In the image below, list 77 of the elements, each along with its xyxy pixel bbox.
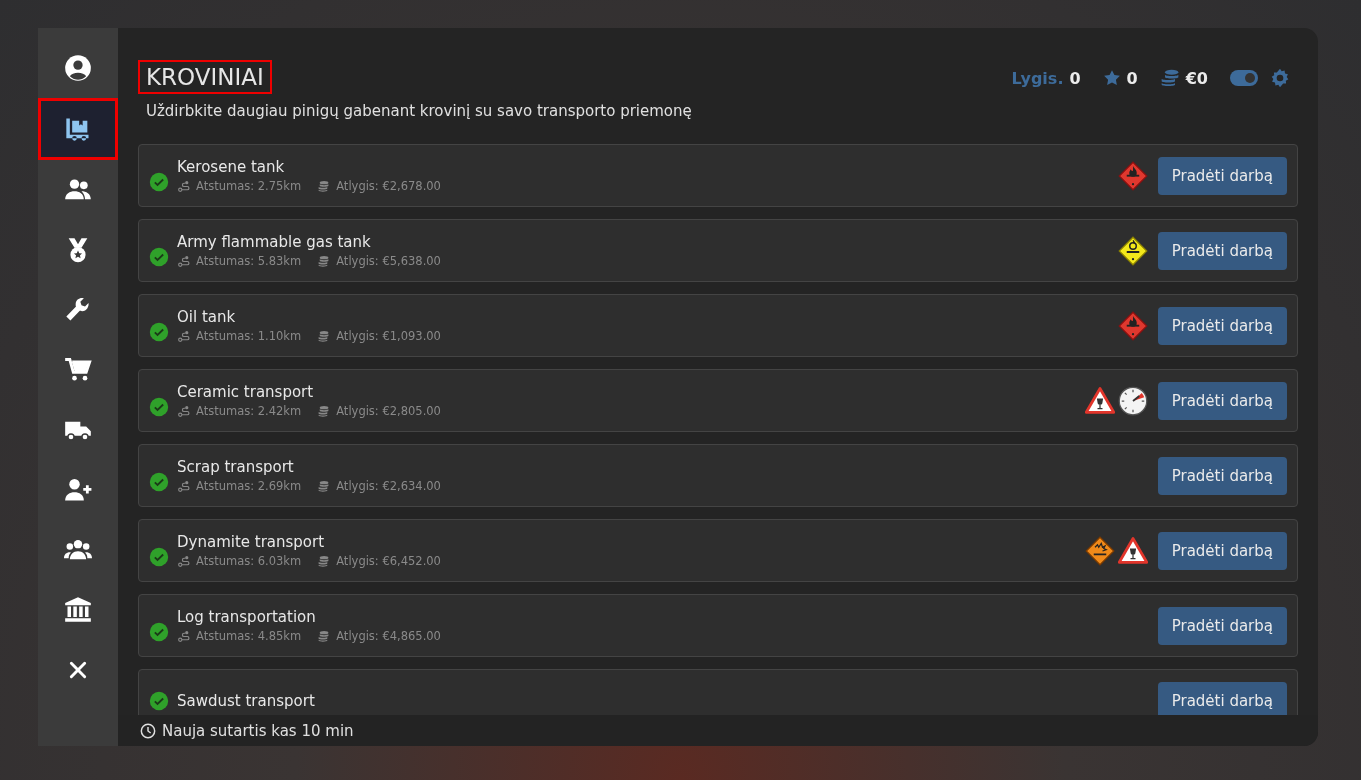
check-circle-icon xyxy=(149,246,169,267)
level-label: Lygis. xyxy=(1011,68,1064,88)
job-title: Oil tank xyxy=(177,308,237,326)
money-value: €0 xyxy=(1185,68,1208,88)
coins-icon xyxy=(317,404,331,418)
page-subtitle: Uždirbkite daugiau pinigų gabenant krovinį su savo transporto priemonę xyxy=(146,102,692,120)
check-circle-icon xyxy=(149,471,169,492)
flammable-placard-icon xyxy=(1117,310,1148,341)
toggle-switch[interactable] xyxy=(1230,70,1258,86)
reward-text: Atlygis: €1,093.00 xyxy=(336,329,441,343)
check-circle-icon xyxy=(149,396,169,417)
distance-text: Atstumas: 2.42km xyxy=(196,404,302,418)
check-circle-icon xyxy=(149,690,169,711)
settings-icon xyxy=(1270,68,1290,88)
oxidizer-placard-icon xyxy=(1117,235,1148,266)
distance-text: Atstumas: 6.03km xyxy=(196,554,302,568)
check-circle-icon xyxy=(149,546,169,567)
job-title: Ceramic transport xyxy=(177,383,315,401)
job-title: Army flammable gas tank xyxy=(177,233,372,251)
start-job-button[interactable]: Pradėti darbą xyxy=(1157,306,1287,345)
route-icon xyxy=(177,404,190,418)
check-circle-icon xyxy=(149,171,169,192)
job-title: Log transportation xyxy=(177,608,317,626)
clock-icon xyxy=(140,722,156,739)
reward-text: Atlygis: €6,452.00 xyxy=(336,554,441,568)
distance-text: Atstumas: 1.10km xyxy=(196,329,302,343)
start-job-button[interactable]: Pradėti darbą xyxy=(1157,381,1287,420)
fragile-warning-icon xyxy=(1117,535,1148,566)
coins-icon xyxy=(317,554,331,568)
start-job-button[interactable]: Pradėti darbą xyxy=(1157,456,1287,495)
reward-text: Atlygis: €2,805.00 xyxy=(336,404,441,418)
reward-text: Atlygis: €2,634.00 xyxy=(336,479,441,493)
user-circle-icon xyxy=(64,54,92,82)
page-title: KROVINIAI xyxy=(138,60,272,94)
coins-icon xyxy=(317,179,331,193)
check-circle-icon xyxy=(149,621,169,642)
shopping-cart-icon xyxy=(64,356,92,384)
user-plus-icon xyxy=(64,476,92,504)
route-icon xyxy=(177,479,190,493)
start-job-button[interactable]: Pradėti darbą xyxy=(1157,606,1287,645)
coins-icon xyxy=(317,629,331,643)
coins-icon xyxy=(1159,68,1180,88)
start-job-button[interactable]: Pradėti darbą xyxy=(1157,531,1287,570)
job-title: Sawdust transport xyxy=(177,691,316,710)
start-job-button[interactable]: Pradėti darbą xyxy=(1157,231,1287,270)
gauge-icon xyxy=(1117,385,1148,416)
stars-value: 0 xyxy=(1126,68,1138,88)
route-icon xyxy=(177,329,190,343)
check-circle-icon xyxy=(149,321,169,342)
reward-text: Atlygis: €2,678.00 xyxy=(336,179,441,193)
sidebar-item[interactable] xyxy=(38,98,118,160)
job-title: Scrap transport xyxy=(177,458,295,476)
bank-icon xyxy=(64,596,92,624)
distance-text: Atstumas: 2.69km xyxy=(196,479,302,493)
distance-text: Atstumas: 4.85km xyxy=(196,629,302,643)
route-icon xyxy=(177,554,190,568)
route-icon xyxy=(177,629,190,643)
distance-text: Atstumas: 2.75km xyxy=(196,179,302,193)
job-title: Dynamite transport xyxy=(177,533,326,551)
flammable-placard-icon xyxy=(1117,160,1148,191)
coins-icon xyxy=(317,254,331,268)
reward-text: Atlygis: €4,865.00 xyxy=(336,629,441,643)
start-job-button[interactable]: Pradėti darbą xyxy=(1157,156,1287,195)
star-icon xyxy=(1102,69,1121,87)
close-icon xyxy=(68,660,88,680)
job-title: Kerosene tank xyxy=(177,158,286,176)
reward-text: Atlygis: €5,638.00 xyxy=(336,254,441,268)
level-value: 0 xyxy=(1069,68,1081,88)
fragile-warning-icon xyxy=(1084,385,1115,416)
route-icon xyxy=(177,254,190,268)
start-job-button[interactable]: Pradėti darbą xyxy=(1157,681,1287,715)
coins-icon xyxy=(317,329,331,343)
footer-note: Nauja sutartis kas 10 min xyxy=(162,721,354,740)
explosive-placard-icon xyxy=(1084,535,1115,566)
route-icon xyxy=(177,179,190,193)
coins-icon xyxy=(317,479,331,493)
distance-text: Atstumas: 5.83km xyxy=(196,254,302,268)
